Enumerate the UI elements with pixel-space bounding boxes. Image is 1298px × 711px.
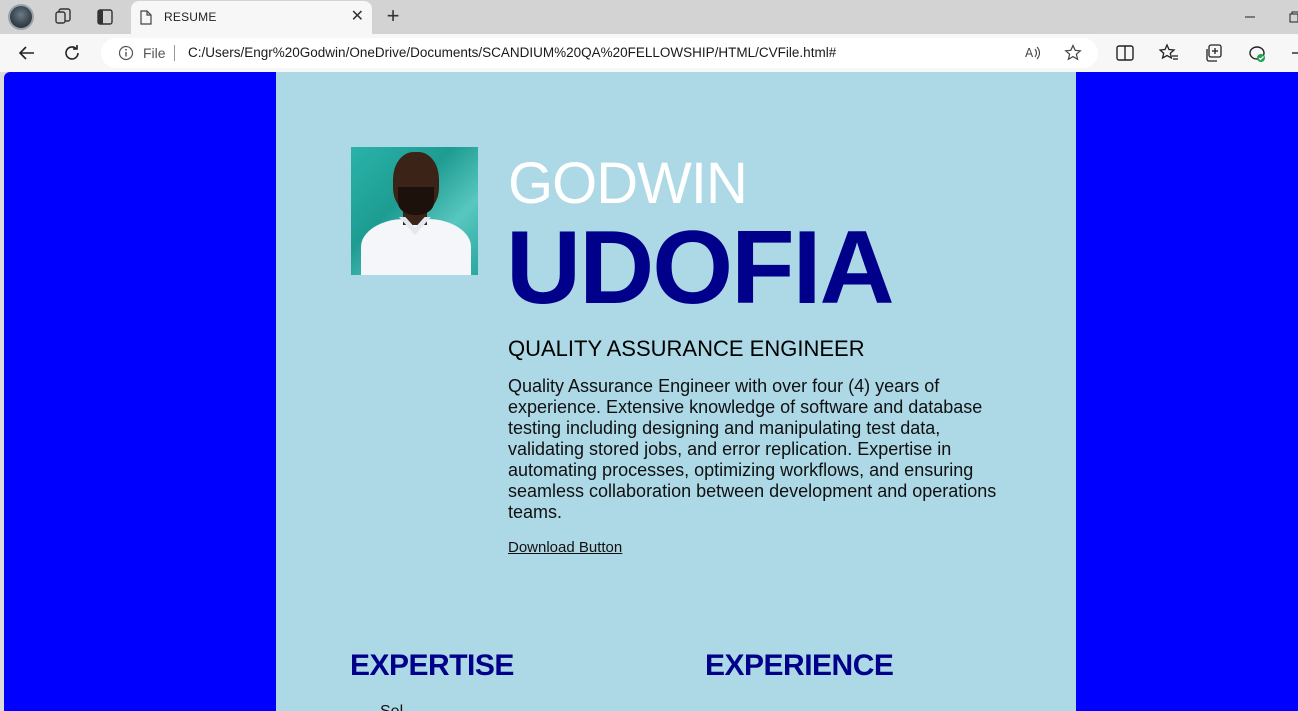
back-icon[interactable] — [15, 41, 39, 65]
svg-text:A: A — [1025, 46, 1034, 60]
page-icon — [140, 10, 152, 25]
url-text[interactable]: C:/Users/Engr%20Godwin/OneDrive/Document… — [188, 45, 836, 60]
address-bar[interactable]: File C:/Users/Engr%20Godwin/OneDrive/Doc… — [101, 38, 1098, 68]
title-bar: RESUME ✕ + — [0, 0, 1298, 34]
address-separator — [174, 45, 175, 61]
browser-toolbar: File C:/Users/Engr%20Godwin/OneDrive/Doc… — [0, 34, 1298, 72]
expertise-heading: EXPERTISE — [350, 649, 514, 682]
info-icon[interactable] — [118, 45, 134, 61]
first-name: GODWIN — [508, 151, 748, 216]
profile-photo — [351, 147, 478, 275]
profile-icon[interactable] — [8, 4, 34, 30]
expertise-list-item: Sel... — [380, 703, 416, 711]
job-title: QUALITY ASSURANCE ENGINEER — [508, 336, 865, 361]
tab-actions-icon[interactable] — [92, 5, 118, 29]
profile-summary: Quality Assurance Engineer with over fou… — [508, 376, 997, 522]
more-icon[interactable] — [1290, 43, 1298, 63]
workspaces-icon[interactable] — [50, 5, 76, 29]
active-tab[interactable]: RESUME ✕ — [131, 1, 372, 34]
reload-icon[interactable] — [60, 41, 84, 65]
favorites-icon[interactable] — [1159, 43, 1179, 63]
new-tab-button[interactable]: + — [381, 5, 405, 29]
tab-title: RESUME — [164, 10, 217, 24]
experience-heading: EXPERIENCE — [705, 649, 894, 682]
extension-icon[interactable] — [1247, 43, 1267, 63]
minimize-icon[interactable] — [1243, 10, 1257, 24]
page-viewport: GODWIN UDOFIA QUALITY ASSURANCE ENGINEER… — [4, 72, 1298, 711]
close-tab-icon[interactable]: ✕ — [351, 8, 364, 26]
download-button[interactable]: Download Button — [508, 539, 622, 556]
read-aloud-icon[interactable]: A — [1024, 44, 1042, 62]
collections-icon[interactable] — [1203, 43, 1223, 63]
last-name: UDOFIA — [506, 210, 895, 326]
address-prefix: File — [143, 45, 166, 61]
star-icon[interactable] — [1064, 44, 1082, 62]
restore-icon[interactable] — [1288, 10, 1298, 24]
split-screen-icon[interactable] — [1115, 43, 1135, 63]
resume-container: GODWIN UDOFIA QUALITY ASSURANCE ENGINEER… — [276, 72, 1076, 711]
